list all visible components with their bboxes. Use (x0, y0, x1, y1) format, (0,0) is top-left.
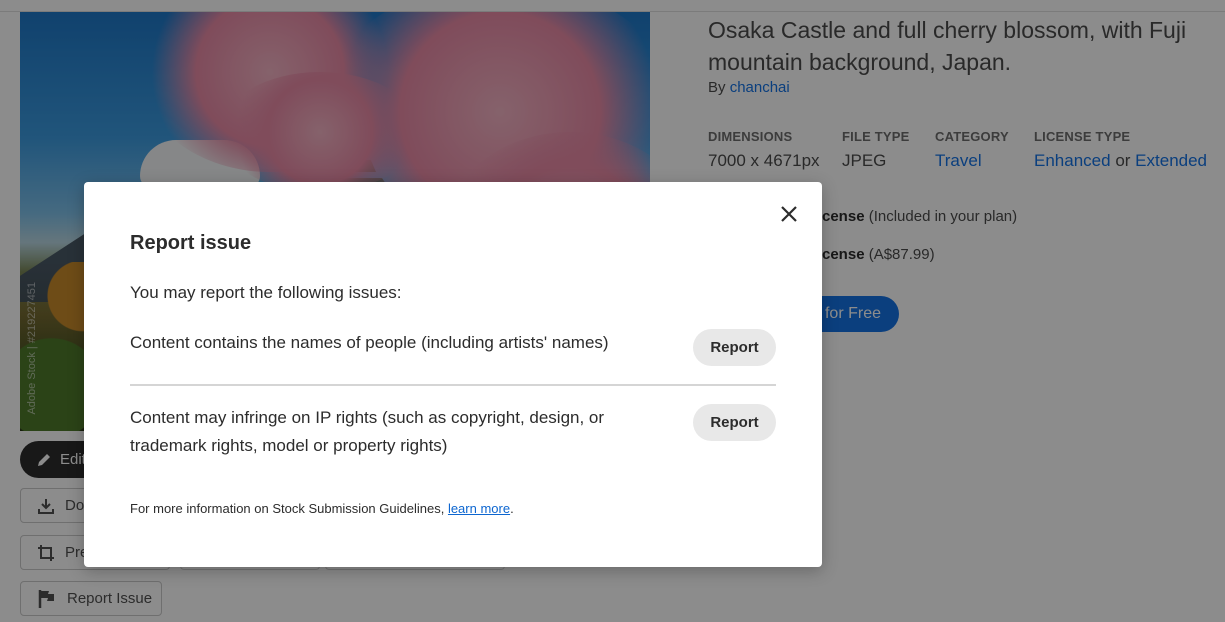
issue-names-text: Content contains the names of people (in… (130, 333, 609, 352)
guidelines-note: For more information on Stock Submission… (130, 501, 514, 516)
guidelines-text: For more information on Stock Submission… (130, 501, 445, 516)
dialog-title: Report issue (130, 232, 252, 254)
report-ip-rights-button[interactable]: Report (693, 404, 776, 441)
issue-ip-rights-text: Content may infringe on IP rights (such … (130, 408, 605, 455)
issue-divider (130, 384, 776, 386)
guidelines-period: . (510, 501, 514, 516)
report-issue-dialog: Report issue You may report the followin… (84, 182, 822, 567)
dialog-intro: You may report the following issues: (130, 283, 402, 302)
close-icon[interactable] (779, 204, 799, 224)
learn-more-link[interactable]: learn more (448, 501, 510, 516)
report-names-button[interactable]: Report (693, 329, 776, 366)
